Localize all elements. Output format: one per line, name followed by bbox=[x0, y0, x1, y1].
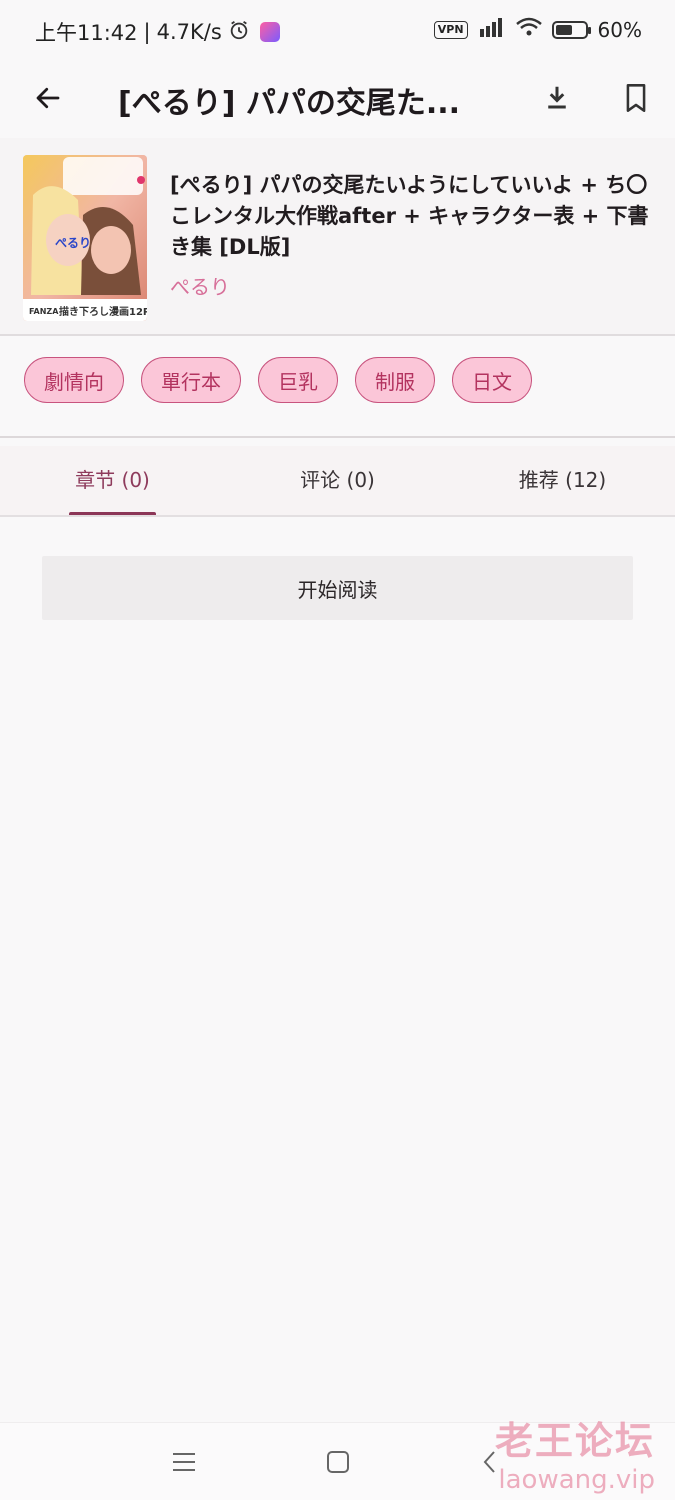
app-notification-icon bbox=[259, 22, 280, 42]
start-reading-button[interactable]: 开始阅读 bbox=[42, 556, 633, 620]
tab-comments[interactable]: 评论 (0) bbox=[225, 446, 450, 516]
bookmark-button[interactable] bbox=[614, 76, 658, 120]
tag-list: 劇情向 單行本 巨乳 制服 日文 bbox=[24, 357, 532, 403]
status-left: 上午11:42 | 4.7K/s bbox=[35, 17, 280, 47]
status-time: 上午11:42 bbox=[35, 21, 138, 45]
divider bbox=[0, 334, 675, 336]
tab-recommendations[interactable]: 推荐 (12) bbox=[450, 446, 675, 516]
download-button[interactable] bbox=[535, 76, 579, 120]
status-bar: 上午11:42 | 4.7K/s VPN 60% bbox=[0, 0, 675, 62]
alarm-icon bbox=[228, 19, 250, 46]
app-bar: [ぺるり] パパの交尾た... bbox=[0, 62, 675, 136]
tab-chapters[interactable]: 章节 (0) bbox=[0, 446, 225, 516]
tag-chip[interactable]: 劇情向 bbox=[24, 357, 124, 403]
arrow-left-icon bbox=[36, 87, 60, 109]
book-info: FANZA 描き下ろし漫画12P ぺるり [ぺるり] パパの交尾たいようにしてい… bbox=[0, 138, 675, 334]
divider bbox=[0, 436, 675, 438]
menu-nav-button[interactable] bbox=[166, 1447, 202, 1477]
status-speed: 4.7K/s bbox=[156, 20, 222, 44]
download-icon bbox=[548, 86, 566, 109]
signal-icon bbox=[478, 17, 506, 42]
tag-chip[interactable]: 巨乳 bbox=[258, 357, 338, 403]
tag-chip[interactable]: 單行本 bbox=[141, 357, 241, 403]
status-separator: | bbox=[143, 20, 151, 44]
status-right: VPN 60% bbox=[433, 17, 642, 42]
divider bbox=[0, 515, 675, 517]
back-button[interactable] bbox=[26, 76, 70, 120]
battery-fill bbox=[555, 24, 573, 35]
cover-image[interactable]: FANZA 描き下ろし漫画12P ぺるり bbox=[23, 155, 147, 321]
battery-percent: 60% bbox=[597, 17, 642, 42]
tag-chip[interactable]: 日文 bbox=[452, 357, 532, 403]
svg-text:FANZA: FANZA bbox=[29, 307, 59, 316]
book-author[interactable]: ぺるり bbox=[170, 271, 230, 300]
tag-chip[interactable]: 制服 bbox=[355, 357, 435, 403]
home-nav-button[interactable] bbox=[320, 1447, 356, 1477]
wifi-icon bbox=[515, 17, 542, 42]
vpn-icon: VPN bbox=[433, 20, 468, 39]
watermark-en: laowang.vip bbox=[498, 1465, 655, 1495]
watermark-cn: 老王论坛 bbox=[494, 1419, 655, 1463]
cover-art: FANZA 描き下ろし漫画12P ぺるり bbox=[23, 155, 147, 321]
watermark: 老王论坛 laowang.vip bbox=[495, 1410, 655, 1495]
tab-bar: 章节 (0) 评论 (0) 推荐 (12) bbox=[0, 446, 675, 516]
page-title: [ぺるり] パパの交尾た... bbox=[118, 86, 461, 121]
bookmark-icon bbox=[626, 84, 646, 112]
battery-icon bbox=[551, 20, 591, 39]
book-title: [ぺるり] パパの交尾たいようにしていいよ + ち〇こレンタル大作戦after … bbox=[170, 173, 649, 259]
svg-text:描き下ろし漫画12P: 描き下ろし漫画12P bbox=[59, 305, 147, 318]
home-square-icon bbox=[327, 1451, 349, 1473]
menu-icon bbox=[173, 1453, 195, 1471]
svg-text:ぺるり: ぺるり bbox=[55, 236, 91, 250]
